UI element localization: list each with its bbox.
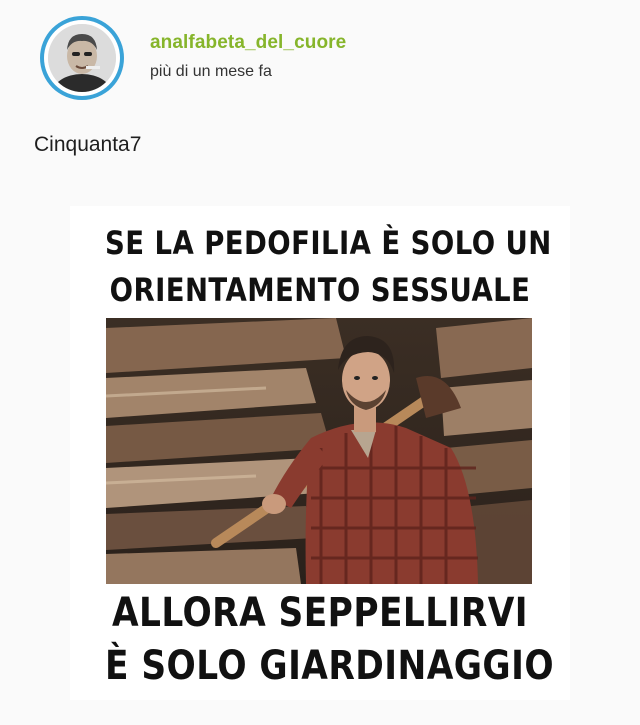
avatar[interactable] (40, 16, 124, 100)
meme-image[interactable]: SE LA PEDOFILIA È SOLO UN ORIENTAMENTO S… (70, 206, 570, 700)
meme-caption-bottom-1: ALLORA SEPPELLIRVI (111, 590, 529, 636)
post-meta: analfabeta_del_cuore più di un mese fa (150, 32, 346, 81)
post-text: Cinquanta7 (34, 133, 142, 156)
avatar-portrait-icon (48, 24, 116, 92)
avatar-photo (48, 24, 116, 92)
man-with-axe-photo-icon (106, 318, 532, 584)
meme-caption-bottom-2: È SOLO GIARDINAGGIO (105, 643, 555, 689)
meme-photo (106, 318, 532, 584)
meme-caption-top-2: ORIENTAMENTO SESSUALE (109, 271, 531, 309)
username-link[interactable]: analfabeta_del_cuore (150, 32, 346, 54)
post-header: analfabeta_del_cuore più di un mese fa (40, 16, 346, 100)
post-timestamp: più di un mese fa (150, 62, 272, 80)
meme-caption-top-1: SE LA PEDOFILIA È SOLO UN (105, 224, 552, 262)
